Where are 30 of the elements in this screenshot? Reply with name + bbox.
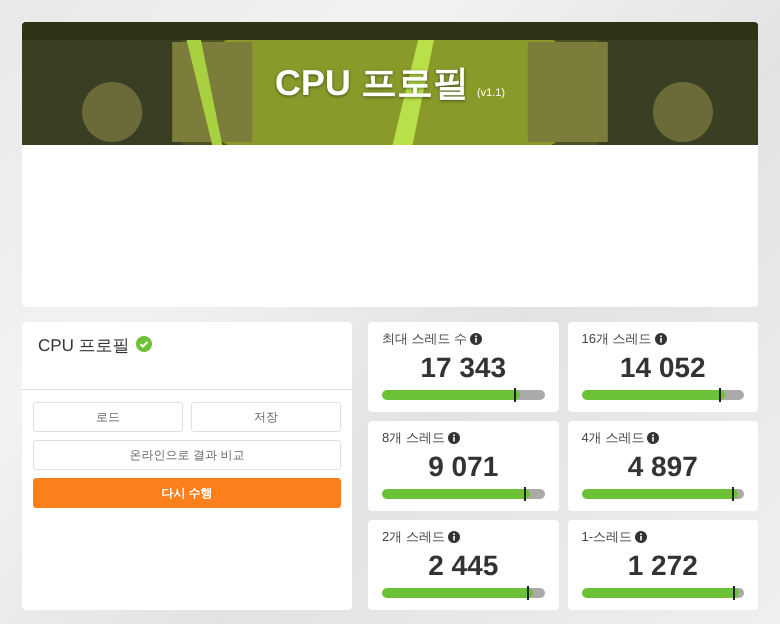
score-value: 14 052 — [618, 352, 707, 384]
score-value: 4 897 — [626, 451, 699, 483]
score-value: 17 343 — [419, 352, 508, 384]
marker-line — [514, 388, 516, 402]
score-label: 최대 스레드 수 — [382, 330, 468, 348]
marker-line — [718, 388, 720, 402]
marker-line — [733, 586, 736, 600]
action-button[interactable]: 로드 — [33, 402, 183, 432]
score-value: 2 445 — [427, 550, 500, 582]
score-label: 16개 스레드 — [582, 330, 652, 348]
info-icon[interactable] — [654, 333, 667, 345]
score-label: 2개 스레드 — [382, 528, 445, 546]
version-label: (v1.1) — [476, 86, 506, 98]
info-icon[interactable] — [647, 432, 660, 444]
score-label: 8개 스레드 — [382, 429, 445, 447]
marker-line — [524, 487, 526, 501]
action-button[interactable]: 온라인으로 결과 비교 — [33, 440, 341, 470]
info-icon[interactable] — [448, 531, 460, 543]
info-icon[interactable] — [448, 432, 460, 444]
score-label: 4개 스레드 — [582, 429, 644, 447]
banner-title: CPU 프로필 — [274, 61, 469, 105]
panel-title: CPU 프로필 — [38, 335, 130, 357]
info-icon[interactable] — [470, 333, 482, 345]
action-button[interactable]: 저장 — [191, 402, 341, 432]
info-icon[interactable] — [635, 531, 648, 543]
score-value: 9 071 — [427, 451, 500, 483]
score-value: 1 272 — [626, 550, 699, 582]
marker-line — [732, 487, 734, 501]
marker-line — [527, 586, 530, 600]
score-label: 1-스레드 — [582, 528, 632, 546]
